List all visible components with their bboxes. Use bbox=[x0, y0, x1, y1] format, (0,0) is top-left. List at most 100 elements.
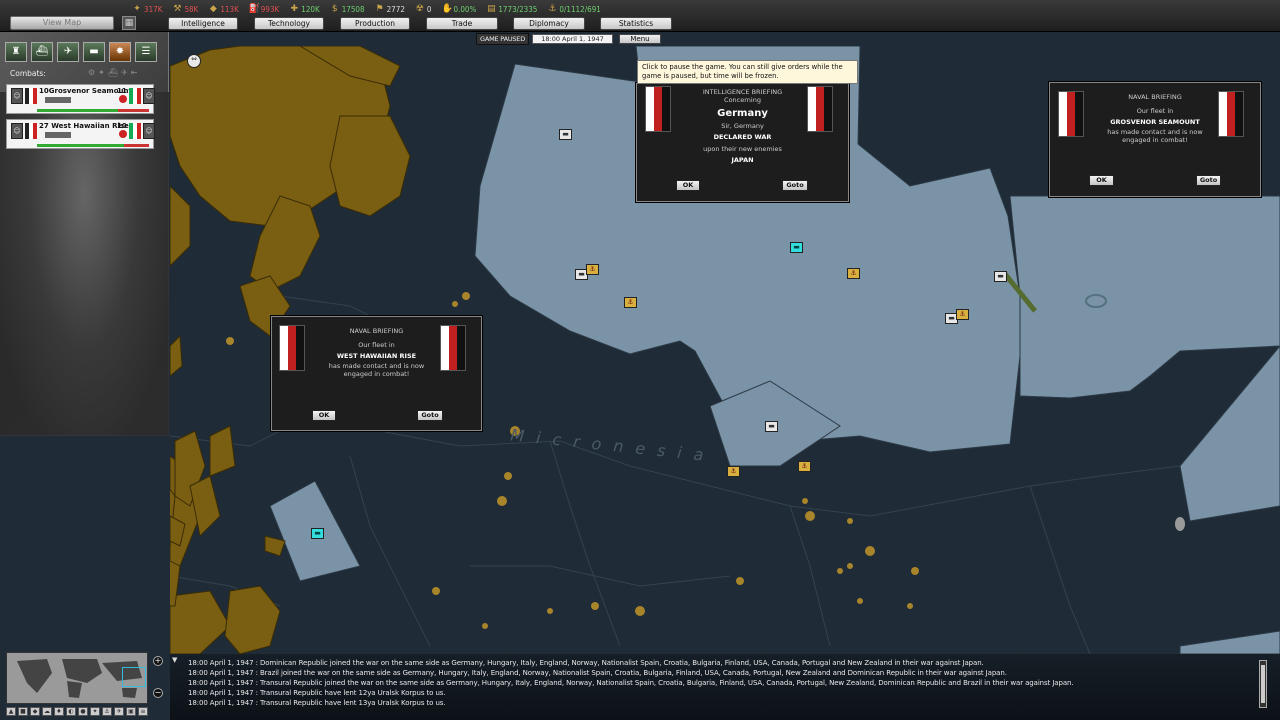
minimap[interactable] bbox=[6, 652, 148, 704]
japan-flag-icon bbox=[119, 130, 127, 138]
region-mode-icon[interactable]: ▣ bbox=[126, 707, 136, 716]
intelligence-briefing-dialog: INTELLIGENCE BRIEFING Concerning Germany… bbox=[636, 83, 849, 202]
air-units-icon[interactable]: ✈ bbox=[57, 42, 79, 62]
menu-button[interactable]: Menu bbox=[619, 34, 662, 44]
land-units-icon[interactable]: ♜ bbox=[5, 42, 27, 62]
log-scrollbar[interactable] bbox=[1259, 660, 1267, 708]
event-log[interactable]: 18:00 April 1, 1947 : Dominican Republic… bbox=[170, 654, 1280, 720]
unit-counter[interactable]: ▬ bbox=[790, 242, 803, 253]
resource-mode-icon[interactable]: ● bbox=[78, 707, 88, 716]
pause-tooltip: Click to pause the game. You can still g… bbox=[637, 60, 858, 84]
naval-units-icon[interactable]: ⛴ bbox=[31, 42, 53, 62]
resource-value: 993K bbox=[260, 4, 280, 14]
resource-value: 0.00% bbox=[453, 4, 477, 14]
oil-icon: ⛽ bbox=[248, 4, 260, 14]
transport-icon: ▤ bbox=[487, 4, 496, 14]
dialog-contact-2: engaged in combat! bbox=[1122, 136, 1188, 144]
theatre-mode-icon[interactable]: ◐ bbox=[66, 707, 76, 716]
resource-value: 113K bbox=[220, 4, 239, 14]
dialog-contact-2: engaged in combat! bbox=[343, 370, 410, 378]
air-mode-icon[interactable]: ✈ bbox=[114, 707, 124, 716]
supplies-icon: ✚ bbox=[290, 4, 298, 14]
tab-trade[interactable]: Trade bbox=[426, 17, 498, 30]
combat-count: 11 bbox=[117, 87, 127, 95]
combat-count: 10 bbox=[117, 122, 127, 130]
game-date: 18:00 April 1, 1947 bbox=[532, 34, 614, 44]
resource-value: 2772 bbox=[386, 4, 405, 14]
terrain-mode-icon[interactable]: ▲ bbox=[6, 707, 16, 716]
resource-item: $17508 bbox=[330, 4, 365, 14]
tab-intelligence[interactable]: Intelligence bbox=[168, 17, 238, 30]
tab-technology[interactable]: Technology bbox=[254, 17, 324, 30]
partisan-mode-icon[interactable]: ✦ bbox=[90, 707, 100, 716]
zoom-in-icon[interactable]: + bbox=[153, 656, 163, 666]
goto-button[interactable]: Goto bbox=[782, 180, 808, 191]
ok-button[interactable]: OK bbox=[312, 410, 336, 421]
log-entry: 18:00 April 1, 1947 : Transural Republic… bbox=[188, 679, 1074, 687]
ship-icon bbox=[45, 97, 71, 103]
enemy-commander-icon: ☺ bbox=[143, 88, 155, 104]
orders-units-icon[interactable]: ☰ bbox=[135, 42, 157, 62]
tab-diplomacy[interactable]: Diplomacy bbox=[513, 17, 585, 30]
left-panel: ♜ ⛴ ✈ ▬ ✸ ☰ Combats: ⚙✦⛴✈⇤ ☺ 10Grosvenor… bbox=[0, 32, 169, 436]
german-flag-icon bbox=[645, 86, 671, 132]
german-flag-icon bbox=[279, 325, 305, 371]
enemy-flag-icon bbox=[129, 88, 141, 104]
ok-button[interactable]: OK bbox=[676, 180, 700, 191]
tab-statistics[interactable]: Statistics bbox=[600, 17, 672, 30]
unit-counter[interactable]: ▬ bbox=[311, 528, 324, 539]
combats-label: Combats: bbox=[10, 69, 46, 78]
manpower-icon: ⚑ bbox=[375, 4, 384, 14]
goto-button[interactable]: Goto bbox=[1196, 175, 1221, 186]
german-flag-icon bbox=[1218, 91, 1244, 137]
log-entry: 18:00 April 1, 1947 : Transural Republic… bbox=[188, 689, 446, 697]
log-collapse-icon[interactable]: ▼ bbox=[172, 656, 177, 664]
unit-counter[interactable]: ▬ bbox=[994, 271, 1007, 282]
commander-portrait-icon: ☺ bbox=[11, 123, 23, 139]
map-mode-icon[interactable]: ⇔ bbox=[187, 54, 201, 68]
scrollbar-thumb[interactable] bbox=[1261, 665, 1265, 703]
dialog-upon: upon their new enemies bbox=[703, 145, 782, 153]
diplomatic-mode-icon[interactable]: ♦ bbox=[54, 707, 64, 716]
german-flag-icon bbox=[807, 86, 833, 132]
resource-item: ✋ 0.00% bbox=[441, 4, 476, 14]
zoom-out-icon[interactable]: − bbox=[153, 688, 163, 698]
combat-entry-west-hawaiian[interactable]: ☺ 27 West Hawaiian Rise 10 ☺ bbox=[6, 119, 155, 149]
goto-button[interactable]: Goto bbox=[417, 410, 443, 421]
unit-counter[interactable]: ⚓ bbox=[586, 264, 599, 275]
ok-button[interactable]: OK bbox=[1089, 175, 1114, 186]
combat-units-icon[interactable]: ✸ bbox=[109, 42, 131, 62]
transport-units-icon[interactable]: ▬ bbox=[83, 42, 105, 62]
tab-view-map[interactable]: View Map bbox=[10, 16, 114, 30]
supply-mode-icon[interactable]: ◆ bbox=[30, 707, 40, 716]
combat-progress bbox=[37, 109, 149, 112]
convoy-icon: ⚓ bbox=[548, 4, 557, 14]
combat-progress bbox=[37, 144, 149, 147]
infra-mode-icon[interactable]: ≡ bbox=[138, 707, 148, 716]
resource-item: ✦ 317K bbox=[132, 4, 162, 14]
unit-counter[interactable]: ▬ bbox=[559, 129, 572, 140]
pause-indicator[interactable]: GAME PAUSED bbox=[476, 33, 530, 45]
resource-value: 58K bbox=[184, 4, 199, 14]
unit-counter[interactable]: ⚓ bbox=[727, 466, 740, 477]
naval-mode-icon[interactable]: ⚓ bbox=[102, 707, 112, 716]
unit-counter[interactable]: ⚓ bbox=[956, 309, 969, 320]
combat-filter-icons[interactable]: ⚙✦⛴✈⇤ bbox=[88, 68, 140, 77]
unit-counter[interactable]: ▬ bbox=[765, 421, 778, 432]
minimap-viewport[interactable] bbox=[122, 667, 146, 687]
unit-counter[interactable]: ⚓ bbox=[624, 297, 637, 308]
window-toggle-icon[interactable]: ▦ bbox=[122, 16, 136, 30]
dialog-enemy: JAPAN bbox=[731, 156, 754, 164]
weather-mode-icon[interactable]: ☁ bbox=[42, 707, 52, 716]
resource-item: ⛽ 993K bbox=[249, 4, 279, 14]
money-icon: $ bbox=[331, 4, 338, 14]
combat-entry-grosvenor[interactable]: ☺ 10Grosvenor Seamount 11 ☺ bbox=[6, 84, 155, 114]
tab-production[interactable]: Production bbox=[340, 17, 410, 30]
german-flag-icon bbox=[1058, 91, 1084, 137]
unit-counter[interactable]: ⚓ bbox=[798, 461, 811, 472]
ship-icon bbox=[45, 132, 71, 138]
political-mode-icon[interactable]: ■ bbox=[18, 707, 28, 716]
enemy-commander-icon: ☺ bbox=[143, 123, 155, 139]
combat-title: 27 West Hawaiian Rise bbox=[39, 122, 129, 130]
unit-counter[interactable]: ⚓ bbox=[847, 268, 860, 279]
